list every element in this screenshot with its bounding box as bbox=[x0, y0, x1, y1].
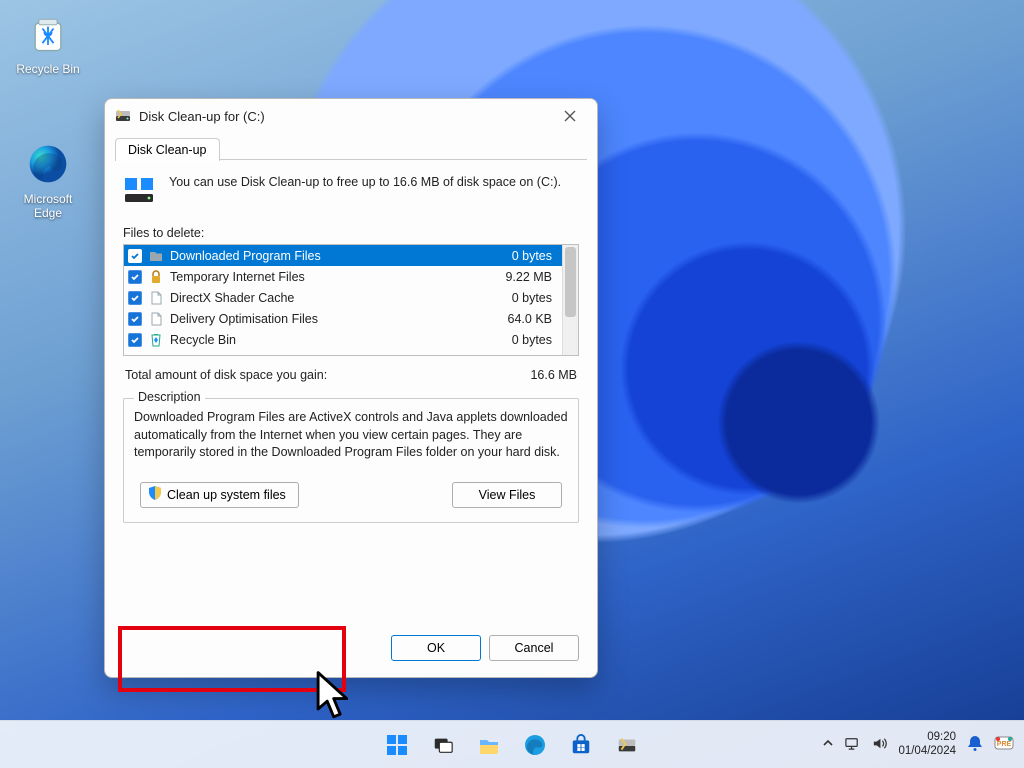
view-files-button[interactable]: View Files bbox=[452, 482, 562, 508]
file-explorer-button[interactable] bbox=[469, 725, 509, 765]
disk-cleanup-window: Disk Clean-up for (C:) Disk Clean-up You… bbox=[104, 98, 598, 678]
desktop-icon-label: Microsoft Edge bbox=[10, 192, 86, 220]
recycle-bin-icon bbox=[24, 10, 72, 58]
drive-icon bbox=[123, 174, 157, 208]
listbox-scrollbar[interactable] bbox=[562, 245, 578, 355]
desktop: Recycle Bin Microsoft Edge Disk Clean-up… bbox=[0, 0, 1024, 768]
file-icon bbox=[148, 290, 164, 306]
tab-disk-cleanup[interactable]: Disk Clean-up bbox=[115, 138, 220, 161]
clock-date: 01/04/2024 bbox=[898, 745, 956, 758]
taskbar-clock[interactable]: 09:20 01/04/2024 bbox=[898, 731, 956, 757]
list-row[interactable]: DirectX Shader Cache 0 bytes bbox=[124, 287, 562, 308]
dev-badge-icon[interactable]: PRE bbox=[994, 733, 1014, 756]
system-tray[interactable] bbox=[844, 735, 888, 755]
start-button[interactable] bbox=[377, 725, 417, 765]
list-row[interactable]: Delivery Optimisation Files 64.0 KB bbox=[124, 308, 562, 329]
total-label: Total amount of disk space you gain: bbox=[125, 368, 327, 382]
lock-icon bbox=[148, 269, 164, 285]
row-size: 9.22 MB bbox=[486, 270, 556, 284]
checkbox[interactable] bbox=[128, 249, 142, 263]
row-size: 64.0 KB bbox=[486, 312, 556, 326]
scrollbar-thumb[interactable] bbox=[565, 247, 576, 317]
drive-cleanup-icon bbox=[115, 108, 131, 124]
total-value: 16.6 MB bbox=[530, 368, 577, 382]
shield-icon bbox=[147, 485, 163, 504]
store-button[interactable] bbox=[561, 725, 601, 765]
window-title: Disk Clean-up for (C:) bbox=[139, 109, 265, 124]
list-row[interactable]: Temporary Internet Files 9.22 MB bbox=[124, 266, 562, 287]
cleanup-system-files-button[interactable]: Clean up system files bbox=[140, 482, 299, 508]
files-to-delete-label: Files to delete: bbox=[123, 226, 579, 240]
row-size: 0 bytes bbox=[486, 333, 556, 347]
notifications-button[interactable] bbox=[966, 734, 984, 755]
close-button[interactable] bbox=[553, 102, 587, 130]
desktop-icon-edge[interactable]: Microsoft Edge bbox=[10, 140, 86, 220]
intro-text: You can use Disk Clean-up to free up to … bbox=[169, 174, 561, 208]
taskview-button[interactable] bbox=[423, 725, 463, 765]
checkbox[interactable] bbox=[128, 333, 142, 347]
tray-overflow-button[interactable] bbox=[822, 737, 834, 752]
checkbox[interactable] bbox=[128, 270, 142, 284]
list-row[interactable]: Recycle Bin 0 bytes bbox=[124, 329, 562, 350]
network-icon[interactable] bbox=[844, 735, 861, 755]
description-text: Downloaded Program Files are ActiveX con… bbox=[134, 409, 568, 462]
checkbox[interactable] bbox=[128, 291, 142, 305]
row-name: DirectX Shader Cache bbox=[170, 291, 480, 305]
desktop-icon-label: Recycle Bin bbox=[10, 62, 86, 76]
checkbox[interactable] bbox=[128, 312, 142, 326]
row-size: 0 bytes bbox=[486, 291, 556, 305]
ok-button[interactable]: OK bbox=[391, 635, 481, 661]
disk-cleanup-taskbar-button[interactable] bbox=[607, 725, 647, 765]
files-listbox[interactable]: Downloaded Program Files 0 bytes Temporary… bbox=[123, 244, 579, 356]
taskbar: 09:20 01/04/2024 PRE bbox=[0, 720, 1024, 768]
row-name: Temporary Internet Files bbox=[170, 270, 480, 284]
edge-taskbar-button[interactable] bbox=[515, 725, 555, 765]
clock-time: 09:20 bbox=[898, 731, 956, 744]
edge-icon bbox=[24, 140, 72, 188]
row-name: Downloaded Program Files bbox=[170, 249, 480, 263]
titlebar[interactable]: Disk Clean-up for (C:) bbox=[105, 99, 597, 133]
svg-text:PRE: PRE bbox=[997, 741, 1012, 748]
cancel-button[interactable]: Cancel bbox=[489, 635, 579, 661]
row-name: Recycle Bin bbox=[170, 333, 480, 347]
row-name: Delivery Optimisation Files bbox=[170, 312, 480, 326]
description-legend: Description bbox=[134, 390, 205, 404]
volume-icon[interactable] bbox=[871, 735, 888, 755]
button-label: Clean up system files bbox=[167, 488, 286, 502]
taskbar-center bbox=[377, 725, 647, 765]
description-group: Description Downloaded Program Files are… bbox=[123, 398, 579, 523]
list-row[interactable]: Downloaded Program Files 0 bytes bbox=[124, 245, 562, 266]
file-icon bbox=[148, 311, 164, 327]
row-size: 0 bytes bbox=[486, 249, 556, 263]
desktop-icon-recycle-bin[interactable]: Recycle Bin bbox=[10, 10, 86, 76]
tabstrip: Disk Clean-up bbox=[105, 133, 597, 160]
folder-icon bbox=[148, 248, 164, 264]
recycle-icon bbox=[148, 332, 164, 348]
